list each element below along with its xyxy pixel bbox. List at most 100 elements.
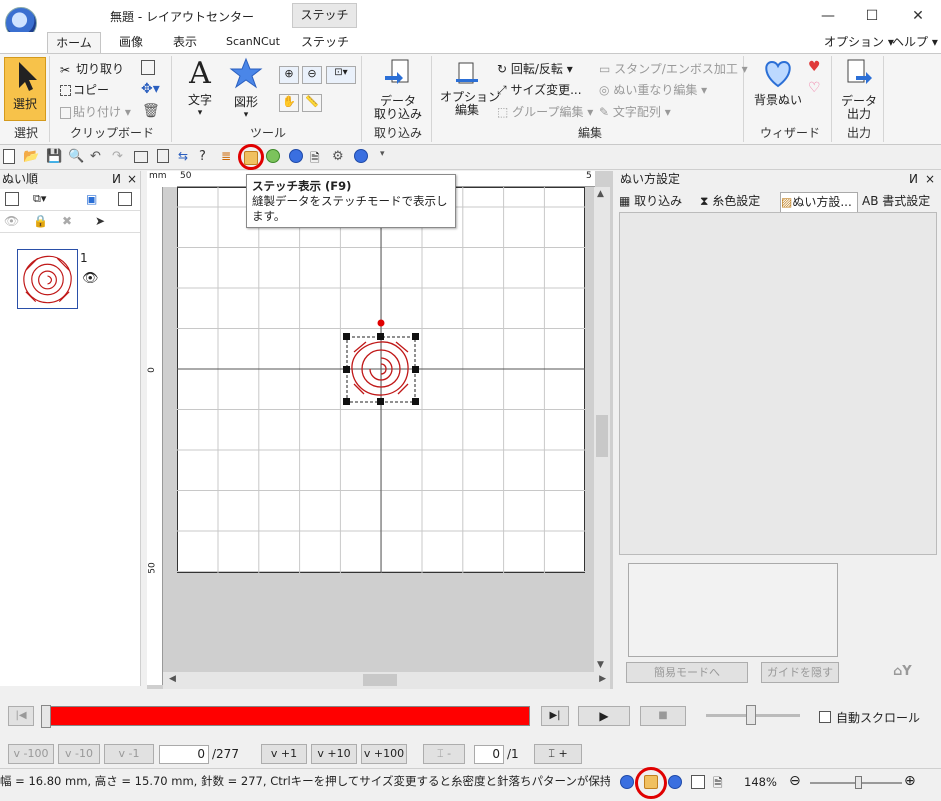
- step-minus10-button[interactable]: ⅴ -10: [58, 744, 100, 764]
- print-preview-icon[interactable]: 🗎: [310, 149, 326, 165]
- blue-view-icon[interactable]: [289, 149, 303, 163]
- group-edit-button[interactable]: ⬚ グループ編集 ▾: [497, 103, 593, 120]
- frame-select-icon[interactable]: [118, 192, 132, 206]
- status-realistic-view-icon[interactable]: [668, 775, 682, 789]
- step-plus1-button[interactable]: ⅴ +1: [261, 744, 307, 764]
- color-minus-button[interactable]: ⌶ -: [423, 744, 465, 764]
- sew-order-thumbnail[interactable]: [17, 249, 78, 309]
- options-menu[interactable]: オプション ▾: [824, 33, 894, 50]
- tab-scanncut[interactable]: ScanNCut: [220, 32, 286, 53]
- help-menu[interactable]: ヘルプ ▾: [892, 33, 938, 50]
- data-output-button[interactable]: データ 出力: [836, 58, 882, 121]
- resize-button[interactable]: ⤢ サイズ変更...: [497, 81, 582, 98]
- status-design-view-icon[interactable]: [620, 775, 634, 789]
- paste-special-icon[interactable]: [141, 60, 155, 75]
- simple-mode-button[interactable]: 簡易モードへ: [626, 662, 748, 683]
- rose-design[interactable]: [340, 316, 424, 408]
- skip-end-button[interactable]: ▶|: [541, 706, 569, 726]
- settings-icon[interactable]: ⚙: [332, 149, 348, 165]
- color-plus-button[interactable]: ⌶ +: [534, 744, 582, 764]
- scroll-left-icon[interactable]: ◀: [169, 674, 176, 684]
- hide-guide-button[interactable]: ガイドを隠す: [761, 662, 839, 683]
- speed-slider[interactable]: [706, 705, 800, 725]
- delete-x-icon[interactable]: ✖: [62, 214, 72, 228]
- color-view-icon[interactable]: [266, 149, 280, 163]
- auto-scroll-checkbox[interactable]: [819, 711, 831, 723]
- step-minus100-button[interactable]: ⅴ -100: [8, 744, 54, 764]
- pointer-icon[interactable]: ➤: [95, 214, 105, 228]
- stop-button[interactable]: ■: [640, 706, 686, 726]
- vertical-scroll-thumb[interactable]: [596, 415, 608, 457]
- tab-text-format[interactable]: AB 書式設定: [862, 192, 940, 212]
- stitch-progress-bar[interactable]: [41, 705, 530, 728]
- heart-red-icon[interactable]: ♥: [808, 59, 821, 75]
- preview-icon[interactable]: 🔍: [68, 149, 84, 165]
- zoom-fit-icon[interactable]: ⊡▾: [326, 66, 356, 84]
- zoom-slider-thumb[interactable]: [855, 776, 862, 789]
- stitch-view-icon[interactable]: [244, 151, 258, 165]
- tab-image[interactable]: 画像: [113, 32, 149, 53]
- fit-view-icon[interactable]: [5, 192, 19, 206]
- right-close-icon[interactable]: ×: [925, 171, 935, 188]
- eye-toggle-icon[interactable]: 👁: [4, 214, 19, 228]
- progress-handle[interactable]: [41, 705, 51, 728]
- scroll-up-icon[interactable]: ▲: [597, 189, 604, 199]
- zoom-in-icon[interactable]: ⊕: [279, 66, 299, 84]
- sort-order-icon[interactable]: ⧉▾: [33, 192, 46, 206]
- color-current-field[interactable]: 0: [474, 745, 504, 764]
- tab-import[interactable]: ▦ 取り込み: [619, 192, 699, 212]
- right-pin-icon[interactable]: ⵍ: [909, 171, 918, 188]
- visibility-eye-icon[interactable]: 👁: [82, 271, 99, 286]
- delete-icon[interactable]: 🗑: [142, 103, 160, 119]
- paste-button[interactable]: 貼り付け ▾: [60, 103, 131, 120]
- zoom-slider[interactable]: [810, 776, 902, 789]
- text-arrange-button[interactable]: ✎ 文字配列 ▾: [599, 103, 671, 120]
- status-grid-icon[interactable]: [691, 775, 705, 789]
- transfer-machine-icon[interactable]: [354, 149, 368, 163]
- pan-hand-icon[interactable]: ✋: [279, 94, 299, 112]
- new-file-icon[interactable]: [3, 149, 15, 164]
- horizontal-scrollbar[interactable]: ◀ ▶: [163, 672, 610, 689]
- background-sew-button[interactable]: 背景ぬい: [752, 58, 804, 108]
- copy-button[interactable]: コピー: [60, 81, 109, 98]
- rotate-flip-button[interactable]: ↻ 回転/反転 ▾: [497, 60, 573, 77]
- help-circle-icon[interactable]: ?: [199, 149, 215, 165]
- step-minus1-button[interactable]: ⅴ -1: [104, 744, 154, 764]
- group-select-icon[interactable]: ▣: [86, 192, 97, 206]
- scroll-down-icon[interactable]: ▼: [597, 660, 604, 670]
- data-import-button[interactable]: データ 取り込み: [370, 58, 426, 121]
- undo-icon[interactable]: ↶: [90, 149, 106, 165]
- vertical-scrollbar[interactable]: ▲ ▼: [594, 187, 610, 672]
- redo-icon[interactable]: ↷: [112, 149, 128, 165]
- measure-icon[interactable]: 📏: [302, 94, 322, 112]
- stamp-emboss-button[interactable]: ▭ スタンプ/エンボス加工 ▾: [599, 60, 748, 77]
- realistic-view-icon[interactable]: ≣: [221, 149, 237, 165]
- lock-icon[interactable]: 🔒: [33, 214, 48, 228]
- page-icon[interactable]: [157, 149, 169, 163]
- close-button[interactable]: ✕: [908, 8, 928, 24]
- step-current-field[interactable]: 0: [159, 745, 209, 764]
- save-icon[interactable]: 💾: [46, 149, 62, 165]
- status-stitch-view-icon[interactable]: [644, 775, 658, 789]
- skip-start-button[interactable]: |◀: [8, 706, 34, 726]
- text-tool-button[interactable]: A 文字 ▾: [184, 57, 216, 119]
- zoom-out-status-icon[interactable]: ⊖: [789, 773, 801, 789]
- tab-sewing-settings[interactable]: ▨ぬい方設...: [780, 192, 858, 212]
- zoom-in-status-icon[interactable]: ⊕: [904, 773, 916, 789]
- open-folder-icon[interactable]: 📂: [23, 149, 39, 165]
- tab-stitch[interactable]: ステッチ: [296, 32, 354, 53]
- customize-qat-icon[interactable]: ▾: [380, 149, 396, 165]
- pin-icon[interactable]: ⵍ: [112, 171, 121, 188]
- zoom-out-icon[interactable]: ⊖: [302, 66, 322, 84]
- tab-thread-color[interactable]: ⧗ 糸色設定: [700, 192, 780, 212]
- option-edit-button[interactable]: オプション 編集: [440, 60, 500, 117]
- overlap-edit-button[interactable]: ◎ ぬい重なり編集 ▾: [599, 81, 707, 98]
- scroll-right-icon[interactable]: ▶: [599, 674, 606, 684]
- panel-close-icon[interactable]: ×: [127, 171, 137, 188]
- status-page-icon[interactable]: 🗎: [713, 774, 723, 795]
- maximize-button[interactable]: ☐: [862, 8, 882, 24]
- minimize-button[interactable]: —: [818, 8, 838, 24]
- heart-outline-icon[interactable]: ♡: [808, 80, 821, 96]
- step-plus100-button[interactable]: ⅴ +100: [361, 744, 407, 764]
- step-plus10-button[interactable]: ⅴ +10: [311, 744, 357, 764]
